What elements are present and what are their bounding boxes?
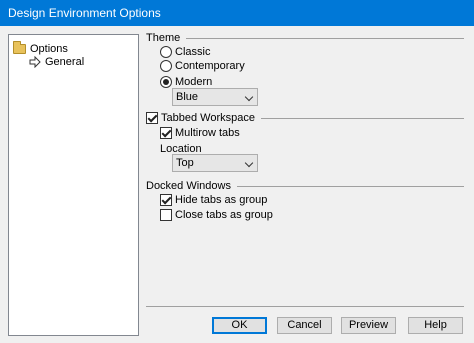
tabbed-header-label: Tabbed Workspace bbox=[161, 112, 255, 124]
theme-color-value: Blue bbox=[176, 91, 199, 103]
tabbed-divider bbox=[260, 117, 464, 119]
location-select[interactable]: Top bbox=[172, 154, 258, 172]
theme-modern-label: Modern bbox=[175, 76, 213, 88]
tabbed-group-header: Tabbed Workspace bbox=[146, 112, 464, 124]
multirow-tabs-label: Multirow tabs bbox=[175, 127, 240, 139]
hide-tabs-option[interactable]: Hide tabs as group bbox=[160, 194, 267, 206]
radio-button-selected[interactable] bbox=[160, 76, 172, 88]
tree-item-general-label: General bbox=[45, 56, 85, 68]
theme-radio-contemporary[interactable]: Contemporary bbox=[160, 60, 245, 72]
hide-tabs-label: Hide tabs as group bbox=[175, 194, 268, 206]
theme-contemporary-label: Contemporary bbox=[175, 60, 245, 72]
hide-tabs-checkbox[interactable] bbox=[160, 194, 172, 206]
theme-header-label: Theme bbox=[146, 32, 181, 44]
multirow-tabs-option[interactable]: Multirow tabs bbox=[160, 127, 240, 139]
theme-radio-classic[interactable]: Classic bbox=[160, 46, 210, 58]
theme-divider bbox=[186, 37, 464, 39]
cancel-button[interactable]: Cancel bbox=[277, 317, 332, 334]
close-tabs-checkbox[interactable] bbox=[160, 209, 172, 221]
docked-divider bbox=[236, 185, 464, 187]
chevron-down-icon bbox=[244, 92, 254, 102]
folder-icon bbox=[13, 41, 26, 54]
location-value: Top bbox=[176, 157, 194, 169]
window-title: Design Environment Options bbox=[8, 6, 161, 20]
arrow-icon bbox=[29, 56, 41, 68]
close-tabs-label: Close tabs as group bbox=[175, 209, 273, 221]
ok-button[interactable]: OK bbox=[212, 317, 267, 334]
options-tree[interactable]: Options General bbox=[8, 34, 139, 336]
multirow-tabs-checkbox[interactable] bbox=[160, 127, 172, 139]
theme-color-select[interactable]: Blue bbox=[172, 88, 258, 106]
tree-item-general[interactable]: General bbox=[29, 55, 84, 69]
radio-button[interactable] bbox=[160, 60, 172, 72]
button-separator bbox=[146, 306, 464, 307]
title-bar: Design Environment Options bbox=[0, 0, 474, 26]
settings-panel: Theme Classic Contemporary Modern Blue T… bbox=[146, 26, 464, 306]
preview-button[interactable]: Preview bbox=[341, 317, 396, 334]
help-button[interactable]: Help bbox=[408, 317, 463, 334]
docked-group-header: Docked Windows bbox=[146, 180, 464, 192]
close-tabs-option[interactable]: Close tabs as group bbox=[160, 209, 273, 221]
theme-group-header: Theme bbox=[146, 32, 464, 44]
chevron-down-icon bbox=[244, 158, 254, 168]
tree-item-options[interactable]: Options bbox=[13, 41, 68, 56]
radio-button[interactable] bbox=[160, 46, 172, 58]
theme-radio-modern[interactable]: Modern bbox=[160, 76, 212, 88]
theme-classic-label: Classic bbox=[175, 46, 211, 58]
tree-item-options-label: Options bbox=[30, 43, 68, 55]
docked-header-label: Docked Windows bbox=[146, 180, 231, 192]
tabbed-workspace-checkbox[interactable] bbox=[146, 112, 158, 124]
dialog-client: Options General Theme Classic Contempora… bbox=[0, 26, 474, 343]
